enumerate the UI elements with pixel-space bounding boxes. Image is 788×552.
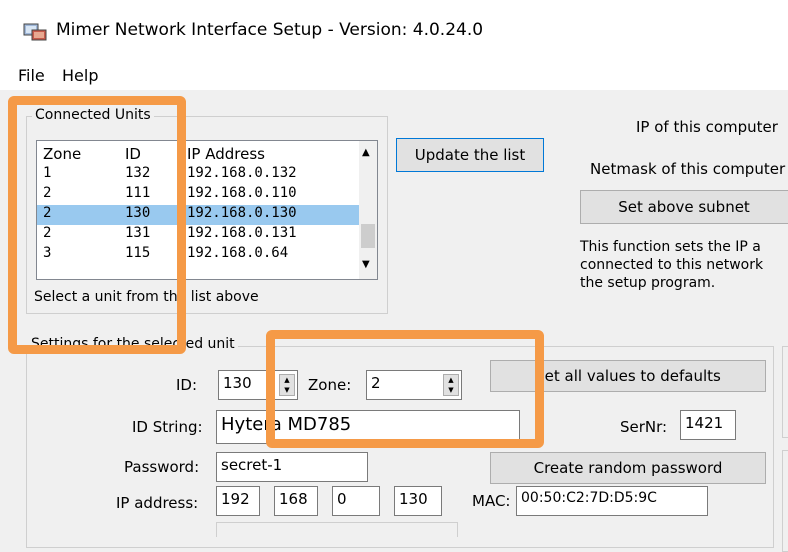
right-group-edge	[782, 346, 788, 438]
set-subnet-button[interactable]: Set above subnet	[580, 190, 788, 224]
sernr-field[interactable]: 1421	[680, 410, 736, 440]
description-line: connected to this network	[580, 257, 764, 273]
right-group-edge-lower	[782, 450, 788, 552]
network-app-icon	[22, 22, 48, 42]
computer-description: This function sets the IP a connected to…	[580, 238, 763, 292]
menu-bar	[0, 60, 788, 90]
ip-octet-1[interactable]: 192	[216, 486, 260, 516]
row-ip: 192.168.0.110	[187, 185, 297, 201]
menu-help[interactable]: Help	[62, 66, 98, 85]
netmask-row-partial	[216, 522, 458, 537]
mac-field[interactable]: 00:50:C2:7D:D5:9C	[516, 486, 708, 516]
row-ip: 192.168.0.132	[187, 165, 297, 181]
ip-of-computer-label: IP of this computer	[636, 118, 778, 136]
ip-octet-3[interactable]: 0	[332, 486, 380, 516]
id-string-label: ID String:	[132, 418, 203, 436]
scroll-down-icon[interactable]: ▼	[362, 259, 370, 270]
menu-file[interactable]: File	[18, 66, 45, 85]
password-input[interactable]: secret-1	[216, 452, 368, 482]
update-list-button[interactable]: Update the list	[396, 138, 544, 172]
column-ip-address[interactable]: IP Address	[187, 145, 265, 163]
mac-label: MAC:	[472, 492, 511, 510]
row-ip: 192.168.0.130	[187, 205, 297, 221]
netmask-of-computer-label: Netmask of this computer	[590, 160, 786, 178]
row-ip: 192.168.0.64	[187, 245, 289, 261]
window-title: Mimer Network Interface Setup - Version:…	[56, 20, 484, 40]
list-scrollbar[interactable]: ▲ ▼	[359, 141, 377, 279]
description-line: This function sets the IP a	[580, 239, 761, 255]
ip-octet-4[interactable]: 130	[394, 486, 442, 516]
id-label: ID:	[176, 376, 198, 394]
description-line: the setup program.	[580, 275, 716, 291]
row-ip: 192.168.0.131	[187, 225, 297, 241]
id-value: 130	[223, 374, 252, 392]
annotation-highlight-zone	[266, 330, 544, 448]
ip-octet-2[interactable]: 168	[274, 486, 318, 516]
random-password-button[interactable]: Create random password	[490, 452, 766, 484]
sernr-label: SerNr:	[620, 418, 668, 436]
scroll-up-icon[interactable]: ▲	[362, 147, 370, 158]
scroll-thumb[interactable]	[361, 224, 375, 248]
password-label: Password:	[124, 458, 200, 476]
ip-address-label: IP address:	[116, 494, 199, 512]
annotation-highlight-list	[8, 96, 186, 354]
